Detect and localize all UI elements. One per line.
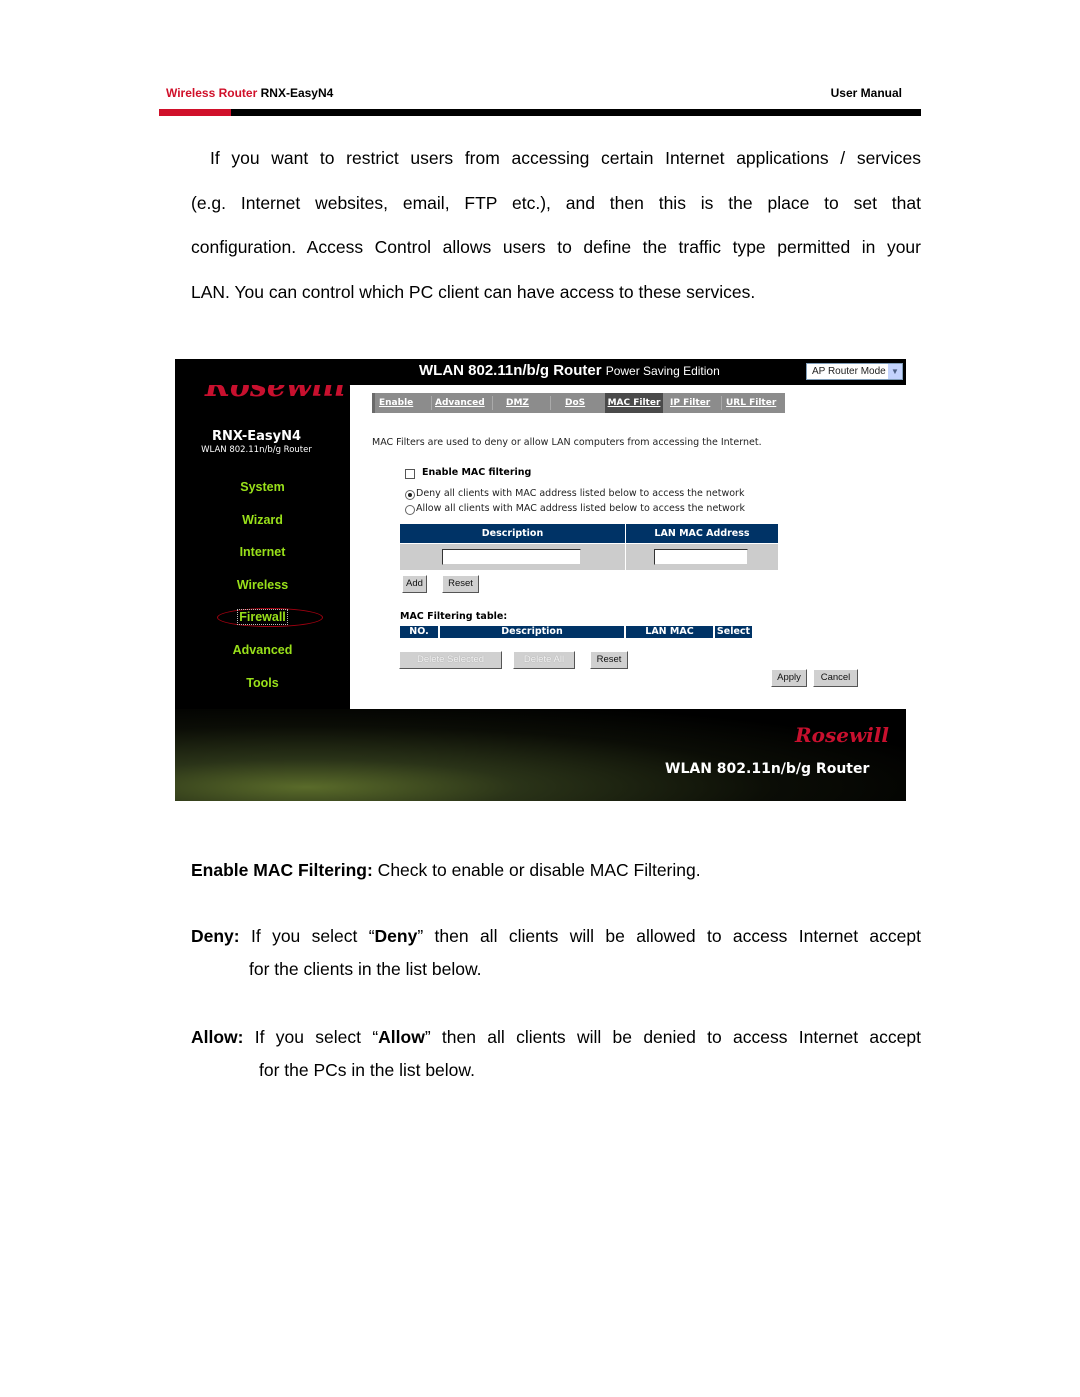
footer-rosewill-logo: Rosewill bbox=[795, 723, 889, 747]
column-header-mac: LAN MAC Address bbox=[626, 524, 778, 543]
nav-internet[interactable]: Internet bbox=[175, 545, 350, 559]
nav-wireless[interactable]: Wireless bbox=[175, 578, 350, 592]
page-header: Wireless Router RNX-EasyN4 User Manual bbox=[166, 86, 902, 102]
enable-mac-filtering-checkbox[interactable] bbox=[405, 469, 415, 479]
desc-allow: Allow: If you select “Allow” then all cl… bbox=[191, 1027, 921, 1080]
add-button[interactable]: Add bbox=[402, 575, 427, 593]
intro-line: (e.g. Internet websites, email, FTP etc.… bbox=[191, 192, 921, 213]
footer-title: WLAN 802.11n/b/g Router bbox=[665, 761, 870, 777]
tab-advanced[interactable]: Advanced bbox=[435, 393, 485, 413]
delete-selected-button[interactable]: Delete Selected bbox=[399, 651, 502, 669]
column-header-mac: LAN MAC Address bbox=[626, 626, 713, 649]
tab-ip-filter[interactable]: IP Filter bbox=[670, 393, 710, 413]
radio-deny[interactable] bbox=[405, 490, 415, 500]
nav-tools[interactable]: Tools bbox=[175, 676, 350, 690]
mac-filter-intro: MAC Filters are used to deny or allow LA… bbox=[372, 437, 762, 448]
sidebar: Rosewill® RNX-EasyN4 WLAN 802.11n/b/g Ro… bbox=[175, 359, 353, 709]
intro-line: If you want to restrict users from acces… bbox=[210, 148, 921, 168]
tab-mac-filter[interactable]: MAC Filter bbox=[605, 393, 663, 413]
header-title: Wireless Router RNX-EasyN4 bbox=[166, 86, 334, 100]
reset-table-button[interactable]: Reset bbox=[590, 651, 628, 669]
radio-allow-label: Allow all clients with MAC address liste… bbox=[416, 503, 746, 514]
column-header-description: Description bbox=[440, 626, 624, 638]
top-bar: WLAN 802.11n/b/g Router Power Saving Edi… bbox=[175, 359, 906, 385]
nav-firewall[interactable]: Firewall bbox=[175, 609, 350, 625]
column-header-description: Description bbox=[400, 524, 625, 543]
router-ui-screenshot: Rosewill® RNX-EasyN4 WLAN 802.11n/b/g Ro… bbox=[175, 359, 906, 801]
reset-button[interactable]: Reset bbox=[442, 575, 479, 593]
intro-line: LAN. You can control which PC client can… bbox=[191, 281, 756, 302]
radio-deny-label: Deny all clients with MAC address listed… bbox=[416, 488, 745, 499]
mode-select[interactable]: AP Router Mode ▼ bbox=[806, 363, 903, 380]
tab-url-filter[interactable]: URL Filter bbox=[726, 393, 776, 413]
tab-dmz[interactable]: DMZ bbox=[506, 393, 529, 413]
nav-system[interactable]: System bbox=[175, 480, 350, 494]
filter-table-title: MAC Filtering table: bbox=[400, 611, 508, 622]
header-rule-red bbox=[159, 109, 231, 116]
intro-line: configuration. Access Control allows use… bbox=[191, 237, 921, 257]
header-manual-label: User Manual bbox=[830, 86, 902, 100]
nav-wizard[interactable]: Wizard bbox=[175, 513, 350, 527]
tab-bar: Enable Advanced DMZ DoS MAC Filter IP Fi… bbox=[372, 393, 785, 413]
model-subtitle: WLAN 802.11n/b/g Router bbox=[201, 445, 312, 455]
header-rule-black bbox=[231, 109, 921, 116]
delete-all-button[interactable]: Delete All bbox=[513, 651, 575, 669]
nav-advanced[interactable]: Advanced bbox=[175, 643, 350, 657]
tab-enable[interactable]: Enable bbox=[379, 393, 413, 413]
main-panel: Enable Advanced DMZ DoS MAC Filter IP Fi… bbox=[350, 385, 906, 709]
column-header-select: Select bbox=[715, 626, 752, 638]
description-input[interactable] bbox=[442, 549, 581, 565]
cancel-button[interactable]: Cancel bbox=[813, 669, 858, 687]
chevron-down-icon[interactable]: ▼ bbox=[888, 364, 902, 379]
model-name: RNX-EasyN4 bbox=[211, 429, 302, 444]
column-header-no: NO. bbox=[400, 626, 438, 638]
desc-enable-mac-filtering: Enable MAC Filtering: Check to enable or… bbox=[191, 860, 701, 880]
desc-deny: Deny: If you select “Deny” then all clie… bbox=[191, 926, 921, 979]
intro-paragraph: If you want to restrict users from acces… bbox=[191, 136, 921, 314]
product-title: WLAN 802.11n/b/g Router Power Saving Edi… bbox=[419, 362, 720, 379]
mac-address-input[interactable] bbox=[654, 549, 748, 565]
enable-mac-filtering-label: Enable MAC filtering bbox=[422, 467, 532, 478]
radio-allow[interactable] bbox=[405, 505, 415, 515]
footer-banner: Rosewill WLAN 802.11n/b/g Router bbox=[175, 709, 906, 801]
apply-button[interactable]: Apply bbox=[771, 669, 807, 687]
tab-dos[interactable]: DoS bbox=[565, 393, 585, 413]
